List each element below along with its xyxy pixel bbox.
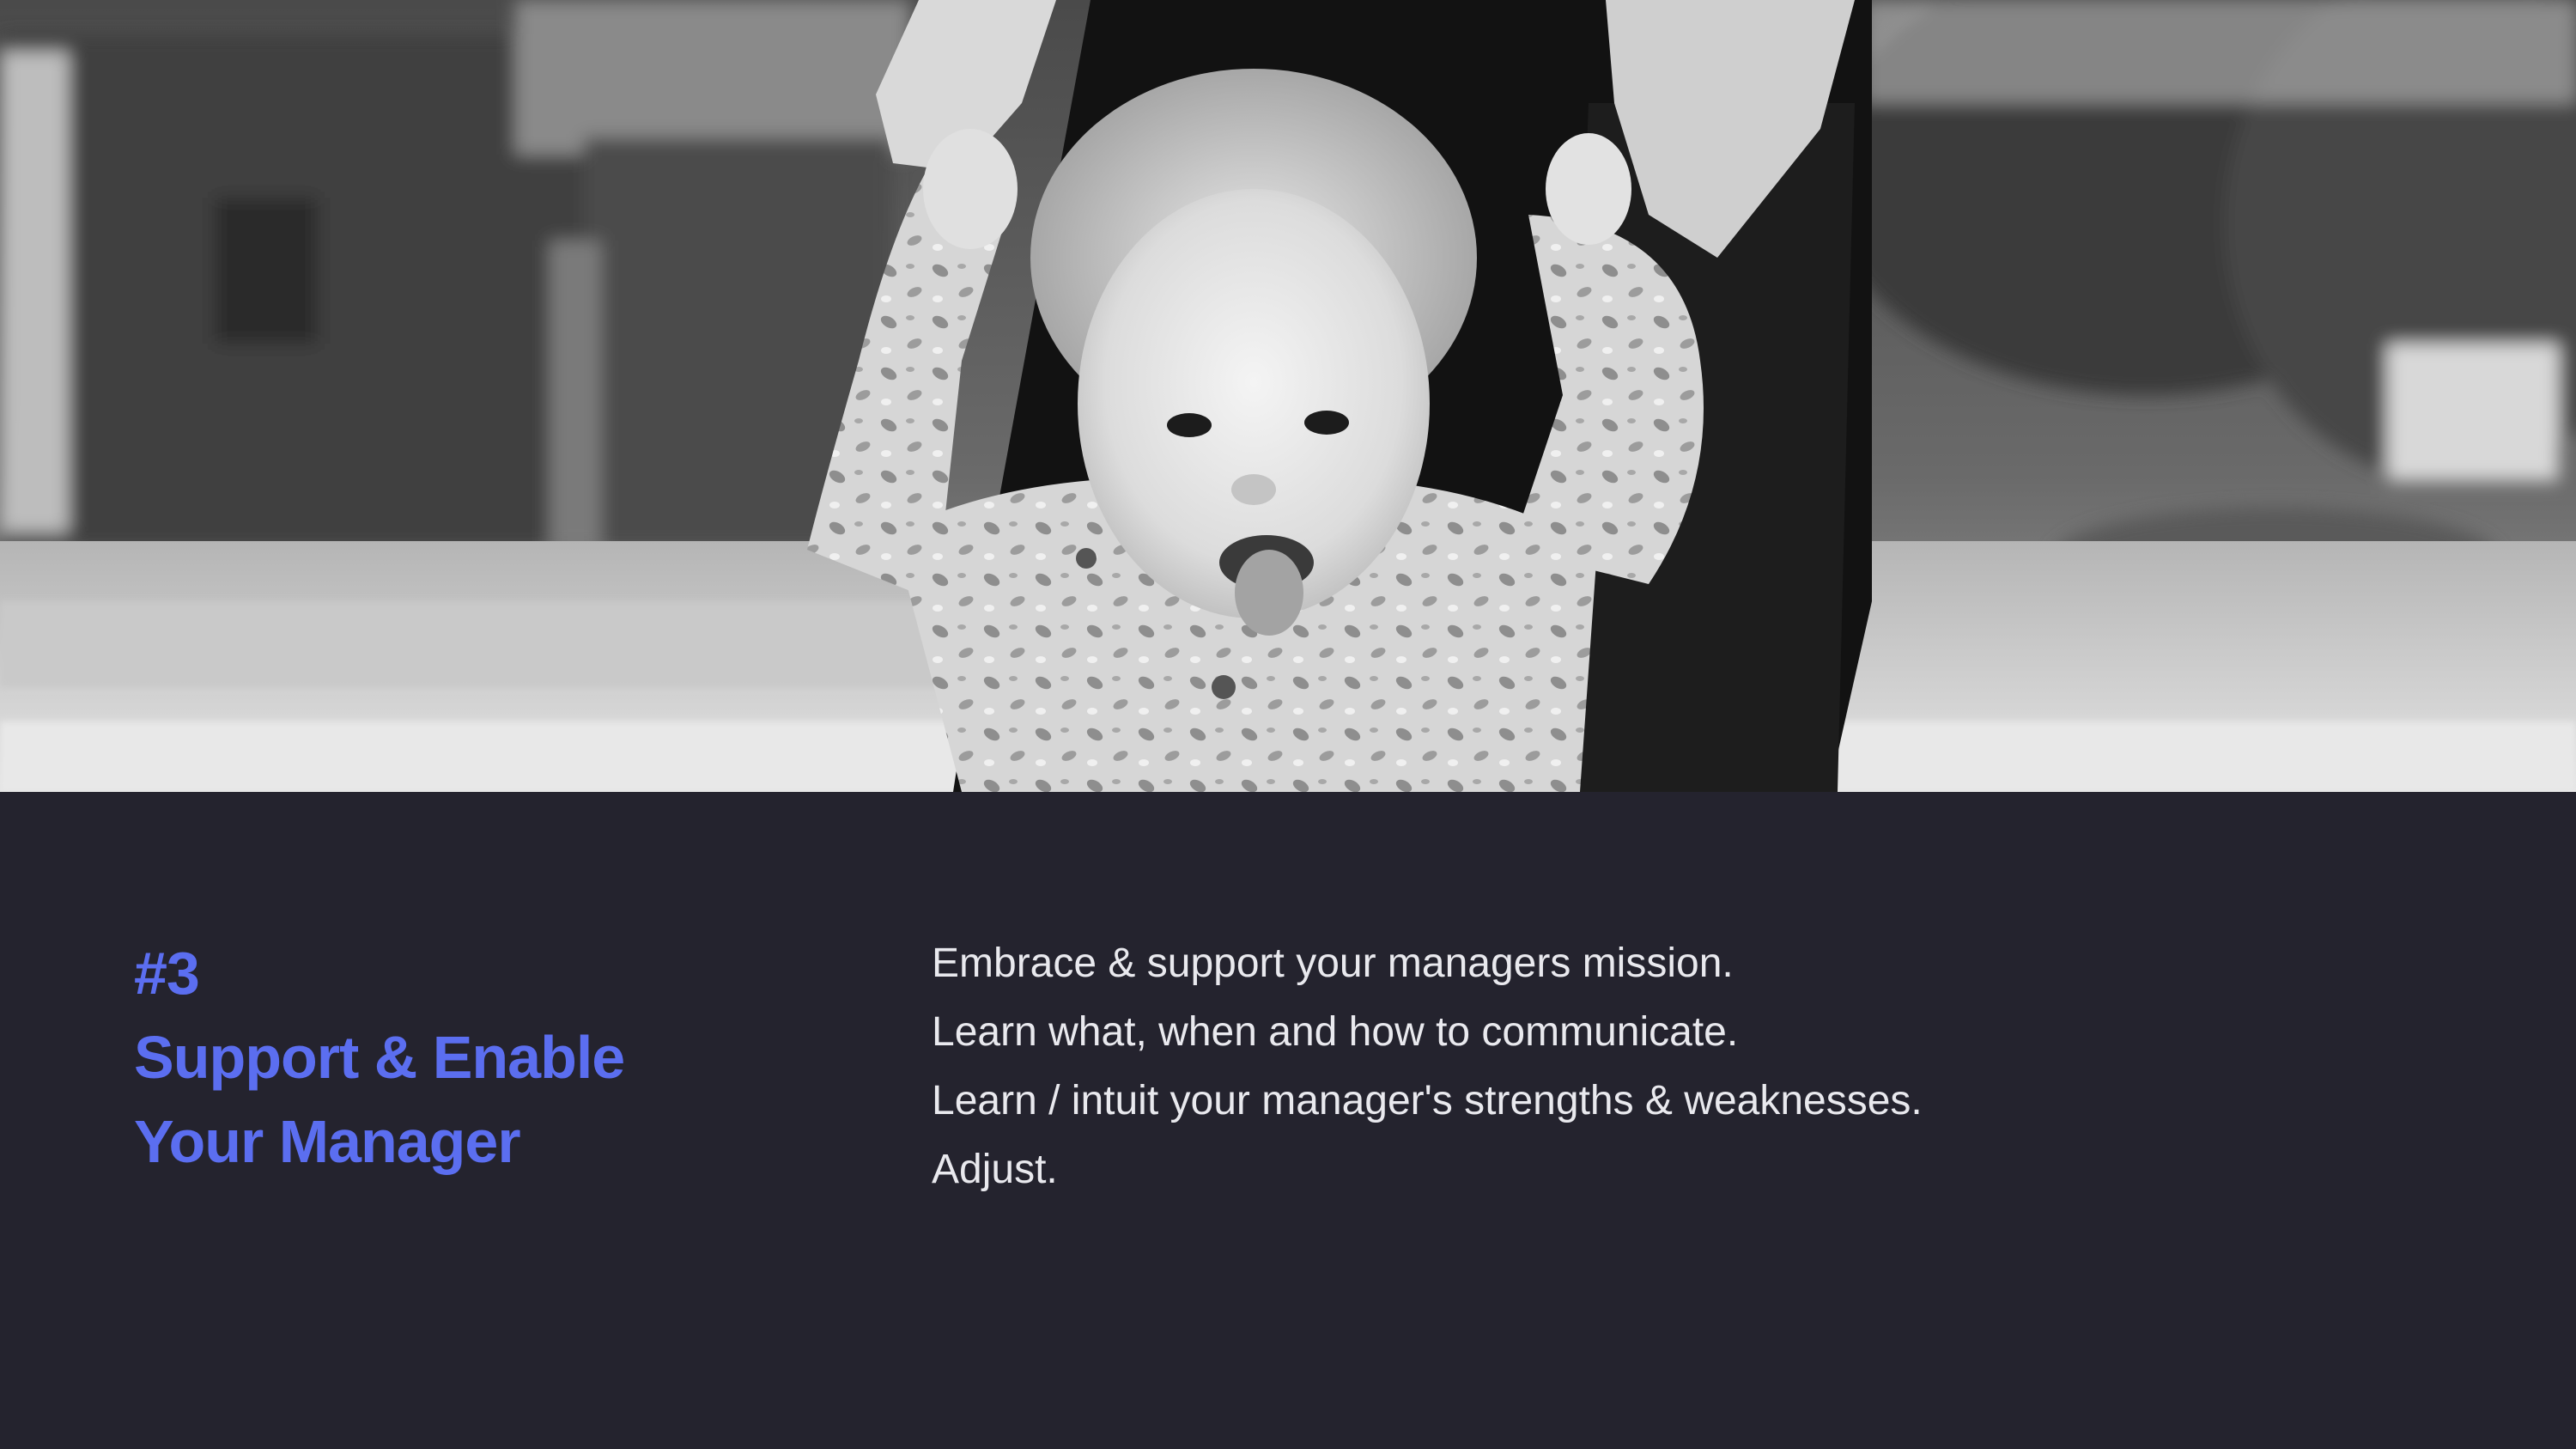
hero-photo xyxy=(0,0,2576,792)
slide-number: #3 xyxy=(134,940,200,1007)
body-line: Embrace & support your managers mission. xyxy=(932,941,1734,986)
slide-body: Embrace & support your managers mission.… xyxy=(932,929,2391,1204)
body-line: Learn / intuit your manager's strengths … xyxy=(932,1078,1923,1123)
slide-heading: #3 Support & Enable Your Manager xyxy=(134,931,838,1184)
slide-title-line-2: Your Manager xyxy=(134,1108,521,1175)
slide: #3 Support & Enable Your Manager Embrace… xyxy=(0,0,2576,1449)
slide-title-line-1: Support & Enable xyxy=(134,1024,625,1091)
text-panel: #3 Support & Enable Your Manager Embrace… xyxy=(0,792,2576,1449)
body-line: Learn what, when and how to communicate. xyxy=(932,1009,1739,1055)
body-line: Adjust. xyxy=(932,1147,1058,1192)
